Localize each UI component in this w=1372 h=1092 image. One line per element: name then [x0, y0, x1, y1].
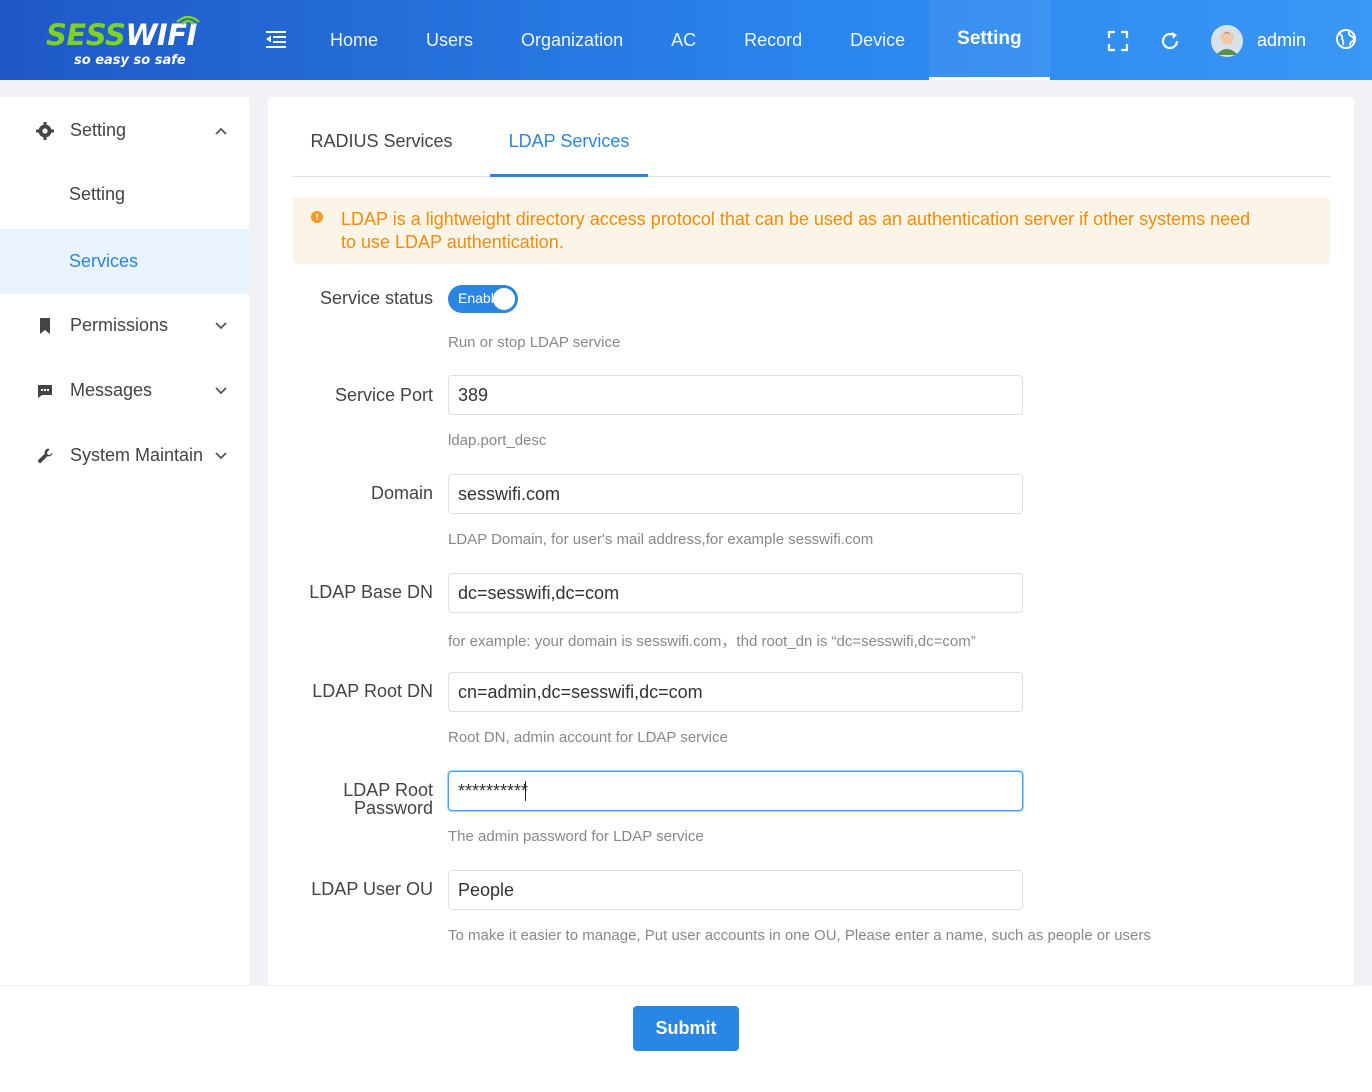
service-port-desc: ldap.port_desc — [448, 432, 547, 449]
toggle-knob — [493, 288, 515, 310]
chevron-down-icon — [215, 321, 227, 329]
domain-input[interactable] — [448, 474, 1023, 514]
text-caret — [525, 781, 526, 801]
brand-tagline: so easy so safe — [74, 53, 186, 68]
chevron-down-icon — [215, 386, 227, 394]
base-dn-label: LDAP Base DN — [309, 582, 433, 602]
chevron-down-icon — [215, 451, 227, 459]
nav-users[interactable]: Users — [402, 0, 497, 80]
menu-toggle-icon[interactable] — [266, 30, 286, 48]
sidebar-group-setting[interactable]: Setting — [0, 98, 249, 163]
user-ou-desc: To make it easier to manage, Put user ac… — [448, 927, 1151, 944]
user-name[interactable]: admin — [1257, 30, 1306, 51]
language-icon[interactable] — [1335, 28, 1357, 50]
root-dn-desc: Root DN, admin account for LDAP service — [448, 729, 728, 746]
warning-icon: ! — [311, 211, 323, 223]
root-password-label: LDAP Root Password — [273, 780, 433, 819]
sidebar-group-messages[interactable]: Messages — [0, 358, 249, 423]
service-status-desc: Run or stop LDAP service — [448, 334, 621, 351]
root-dn-label: LDAP Root DN — [312, 681, 433, 701]
sidebar-item-services[interactable]: Services — [0, 229, 249, 294]
user-ou-label: LDAP User OU — [311, 879, 433, 899]
bookmark-icon — [40, 317, 50, 334]
nav-ac[interactable]: AC — [647, 0, 720, 80]
sidebar-group-label: System Maintain — [70, 445, 204, 465]
chevron-up-icon — [215, 127, 227, 135]
root-password-label-line2: Password — [353, 798, 433, 818]
sidebar-item-label: Setting — [69, 184, 126, 204]
nav-home[interactable]: Home — [306, 0, 402, 80]
base-dn-desc: for example: your domain is sesswifi.com… — [448, 633, 976, 650]
form-footer: Submit — [0, 985, 1372, 1092]
top-header: SESSWIFI so easy so safe Home Users Orga… — [0, 0, 1372, 80]
nav-record[interactable]: Record — [720, 0, 826, 80]
info-alert: ! LDAP is a lightweight directory access… — [293, 197, 1330, 264]
tab-ldap-services[interactable]: LDAP Services — [490, 120, 648, 177]
service-status-label: Service status — [319, 288, 433, 308]
user-ou-input[interactable] — [448, 870, 1023, 910]
root-password-desc: The admin password for LDAP service — [448, 828, 704, 845]
domain-desc: LDAP Domain, for user's mail address,for… — [448, 531, 874, 548]
sidebar-group-label: Messages — [70, 380, 153, 400]
root-password-input[interactable] — [448, 771, 1023, 811]
base-dn-input[interactable] — [448, 573, 1023, 613]
service-port-label: Service Port — [334, 385, 433, 405]
service-status-toggle[interactable]: Enabled — [448, 285, 518, 313]
service-tabs: RADIUS Services LDAP Services — [293, 120, 1330, 177]
sidebar-group-label: Permissions — [70, 315, 169, 335]
wifi-signal-icon — [176, 15, 200, 25]
sidebar: Setting Setting Services Permissions Mes… — [0, 97, 249, 987]
nav-device[interactable]: Device — [826, 0, 929, 80]
gear-icon — [36, 121, 54, 140]
sidebar-group-system-maintain[interactable]: System Maintain — [0, 423, 249, 488]
domain-label: Domain — [370, 483, 433, 503]
toggle-label: Enabled — [458, 290, 494, 306]
fullscreen-icon[interactable] — [1107, 30, 1129, 52]
sidebar-group-permissions[interactable]: Permissions — [0, 293, 249, 358]
wrench-icon — [37, 448, 53, 463]
refresh-icon[interactable] — [1159, 30, 1181, 52]
nav-organization[interactable]: Organization — [497, 0, 647, 80]
main-nav: Home Users Organization AC Record Device… — [306, 0, 1050, 80]
tab-radius-services[interactable]: RADIUS Services — [293, 120, 470, 177]
nav-setting[interactable]: Setting — [929, 0, 1050, 80]
submit-button[interactable]: Submit — [633, 1006, 739, 1051]
sidebar-group-label: Setting — [70, 120, 127, 140]
alert-text: LDAP is a lightweight directory access p… — [341, 209, 1251, 252]
brand-logo[interactable]: SESSWIFI so easy so safe — [40, 10, 215, 72]
message-icon — [38, 384, 52, 398]
avatar[interactable] — [1211, 25, 1243, 57]
root-dn-input[interactable] — [448, 672, 1023, 712]
content-panel: RADIUS Services LDAP Services ! LDAP is … — [268, 97, 1354, 987]
sidebar-item-setting[interactable]: Setting — [0, 162, 249, 227]
service-port-input[interactable] — [448, 375, 1023, 415]
sidebar-item-label: Services — [69, 251, 139, 271]
